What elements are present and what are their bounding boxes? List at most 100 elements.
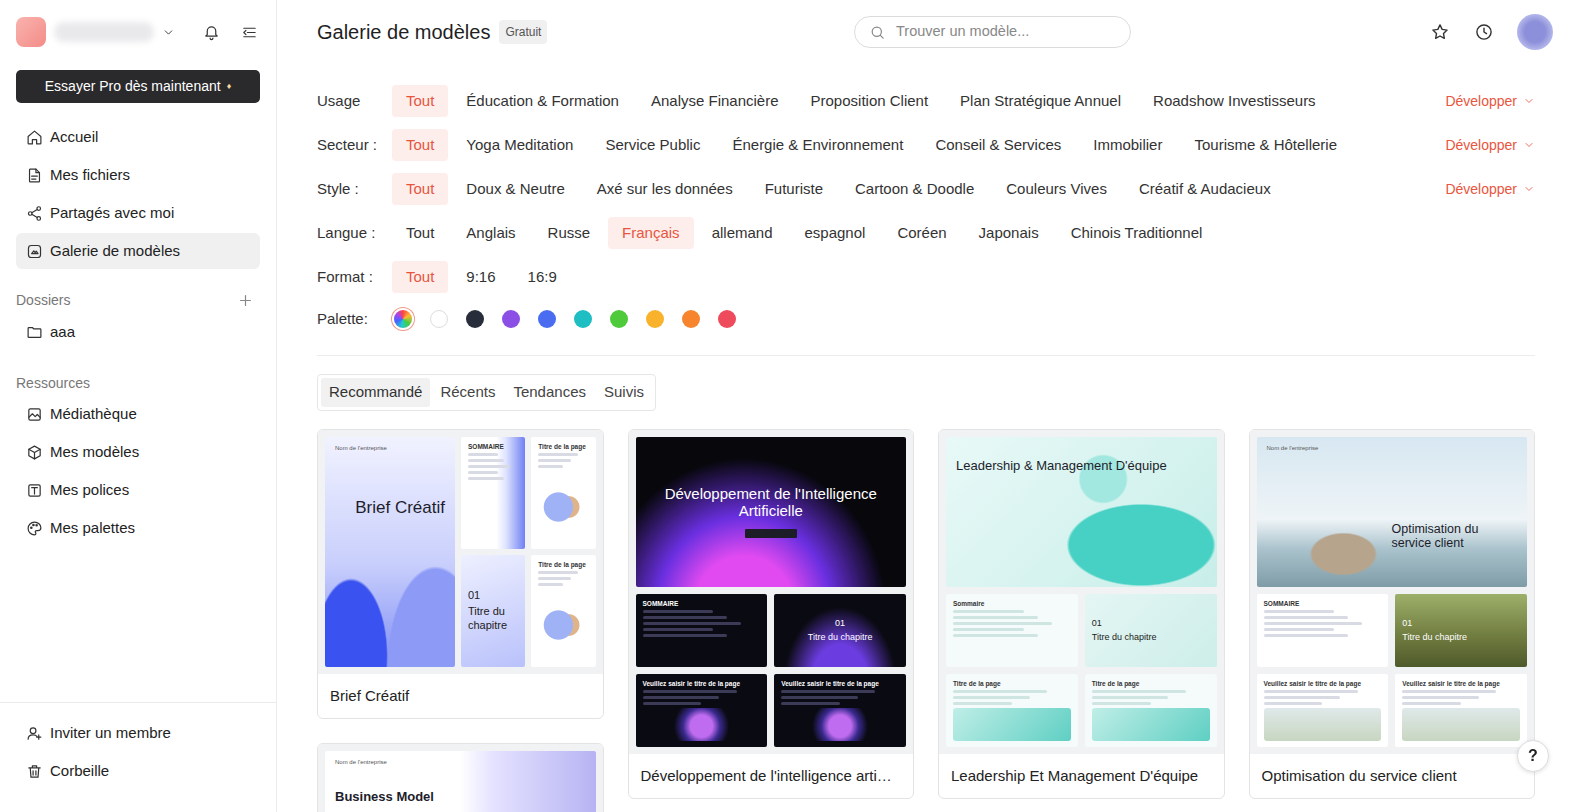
filter-option[interactable]: Futuriste <box>751 173 837 206</box>
filter-option[interactable]: Service Public <box>591 129 714 162</box>
slide-graphic <box>1092 708 1210 740</box>
palette-swatch[interactable] <box>538 310 556 328</box>
palette-swatch[interactable] <box>430 310 448 328</box>
sidebar-item[interactable]: Accueil <box>16 119 260 155</box>
sidebar-item[interactable]: Partagés avec moi <box>16 195 260 231</box>
palette-swatch[interactable] <box>574 310 592 328</box>
filter-option[interactable]: Conseil & Services <box>921 129 1075 162</box>
palette-swatch[interactable] <box>718 310 736 328</box>
file-icon <box>26 167 43 184</box>
chevron-down-icon <box>1523 95 1535 107</box>
workspace-switcher[interactable] <box>16 17 175 47</box>
add-folder-button[interactable] <box>234 289 256 311</box>
filter-option[interactable]: Japonais <box>965 217 1053 250</box>
filter-option[interactable]: Anglais <box>452 217 529 250</box>
filter-option[interactable]: Immobilier <box>1079 129 1176 162</box>
filter-options: ToutÉducation & FormationAnalyse Financi… <box>392 85 1330 118</box>
template-card[interactable]: Nom de l'entrepriseBrief CréatifSOMMAIRE… <box>317 429 604 719</box>
filter-option[interactable]: Plan Stratégique Annuel <box>946 85 1135 118</box>
filter-option[interactable]: Tout <box>392 173 448 206</box>
filter-option[interactable]: espagnol <box>791 217 880 250</box>
gallery-icon <box>26 243 43 260</box>
sidebar-item[interactable]: Galerie de modèles <box>16 233 260 269</box>
filter-option[interactable]: Analyse Financière <box>637 85 793 118</box>
slide-heading: Titre de la page <box>538 561 588 569</box>
sort-tab[interactable]: Recommandé <box>321 378 430 407</box>
filter-option[interactable]: Tout <box>392 85 448 118</box>
template-card[interactable]: Développement de l'Intelligence Artifici… <box>628 429 915 799</box>
filter-option[interactable]: Couleurs Vives <box>992 173 1121 206</box>
palette-swatch[interactable] <box>610 310 628 328</box>
toc-line <box>1264 634 1349 637</box>
palette-swatch[interactable] <box>646 310 664 328</box>
help-button[interactable]: ? <box>1517 740 1549 772</box>
sidebar-item[interactable]: Corbeille <box>16 753 260 789</box>
filter-option[interactable]: Tout <box>392 129 448 162</box>
filter-option[interactable]: Doux & Neutre <box>452 173 578 206</box>
toc-line <box>953 634 1038 637</box>
expand-button[interactable]: Développer <box>1445 91 1535 112</box>
filter-option[interactable]: Éducation & Formation <box>452 85 633 118</box>
expand-button[interactable]: Développer <box>1445 179 1535 200</box>
template-card[interactable]: Nom de l'entrepriseOptimisation du servi… <box>1249 429 1536 799</box>
filter-option[interactable]: allemand <box>698 217 787 250</box>
template-card[interactable]: Nom de l'entrepriseBusiness Model <box>317 743 604 812</box>
filter-option[interactable]: Créatif & Audacieux <box>1125 173 1285 206</box>
palette-swatch[interactable] <box>502 310 520 328</box>
favorites-button[interactable] <box>1429 21 1451 43</box>
sidebar-item[interactable]: Mes fichiers <box>16 157 260 193</box>
chapter-title: Titre du chapitre <box>808 632 873 643</box>
palette-swatch[interactable] <box>466 310 484 328</box>
toc-line <box>468 459 504 462</box>
filter-option[interactable]: Tout <box>392 261 448 294</box>
sidebar-item[interactable]: Inviter un membre <box>16 715 260 751</box>
filter-option[interactable]: 16:9 <box>514 261 571 294</box>
filter-option[interactable]: Axé sur les données <box>583 173 747 206</box>
filter-option[interactable]: Chinois Traditionnel <box>1057 217 1217 250</box>
search-input[interactable] <box>894 20 1116 44</box>
filter-option[interactable]: Russe <box>534 217 605 250</box>
history-button[interactable] <box>1473 21 1495 43</box>
chapter-title: Titre du chapitre <box>1092 632 1210 643</box>
notifications-button[interactable] <box>200 21 222 43</box>
try-pro-button[interactable]: Essayer Pro dès maintenant♦ <box>16 70 260 103</box>
filter-option[interactable]: Yoga Meditation <box>452 129 587 162</box>
template-title: Brief Créatif <box>318 674 603 718</box>
filter-option[interactable]: Coréen <box>883 217 960 250</box>
sidebar-item[interactable]: aaa <box>16 314 260 350</box>
swatch-dot <box>430 310 448 328</box>
title-group: Galerie de modèlesGratuit <box>317 17 854 47</box>
grid-column: Nom de l'entrepriseOptimisation du servi… <box>1249 429 1536 799</box>
filter-option[interactable]: Énergie & Environnement <box>718 129 917 162</box>
clock-icon <box>1474 22 1494 42</box>
filter-option[interactable]: 9:16 <box>452 261 509 294</box>
sort-tab[interactable]: Récents <box>432 378 503 407</box>
swatch-dot <box>646 310 664 328</box>
text-line <box>1092 690 1186 693</box>
sort-tab[interactable]: Suivis <box>596 378 652 407</box>
user-avatar[interactable] <box>1517 14 1553 50</box>
filter-option[interactable]: Cartoon & Doodle <box>841 173 988 206</box>
sidebar-item-label: Médiathèque <box>50 403 137 426</box>
share-icon <box>26 205 43 222</box>
filter-options: ToutDoux & NeutreAxé sur les donnéesFutu… <box>392 173 1285 206</box>
palette-swatch[interactable] <box>394 310 412 328</box>
filter-option[interactable]: Tourisme & Hôtellerie <box>1180 129 1351 162</box>
template-card[interactable]: Leadership & Management D'équipeSommaire… <box>938 429 1225 799</box>
sidebar-item[interactable]: Mes modèles <box>16 434 260 470</box>
text-line <box>1402 702 1461 705</box>
filter-option[interactable]: Tout <box>392 217 448 250</box>
filter-option[interactable]: Roadshow Investisseurs <box>1139 85 1330 118</box>
sidebar-item[interactable]: Médiathèque <box>16 396 260 432</box>
sidebar-item[interactable]: Mes palettes <box>16 510 260 546</box>
expand-button[interactable]: Développer <box>1445 135 1535 156</box>
filter-option[interactable]: Proposition Client <box>797 85 943 118</box>
text-line <box>953 696 1030 699</box>
filter-option[interactable]: Français <box>608 217 694 250</box>
sidebar-item[interactable]: Mes polices <box>16 472 260 508</box>
sort-tab[interactable]: Tendances <box>505 378 594 407</box>
toc-line <box>953 628 1024 631</box>
palette-swatch[interactable] <box>682 310 700 328</box>
collapse-sidebar-button[interactable] <box>238 21 260 43</box>
toc-line <box>953 616 1038 619</box>
